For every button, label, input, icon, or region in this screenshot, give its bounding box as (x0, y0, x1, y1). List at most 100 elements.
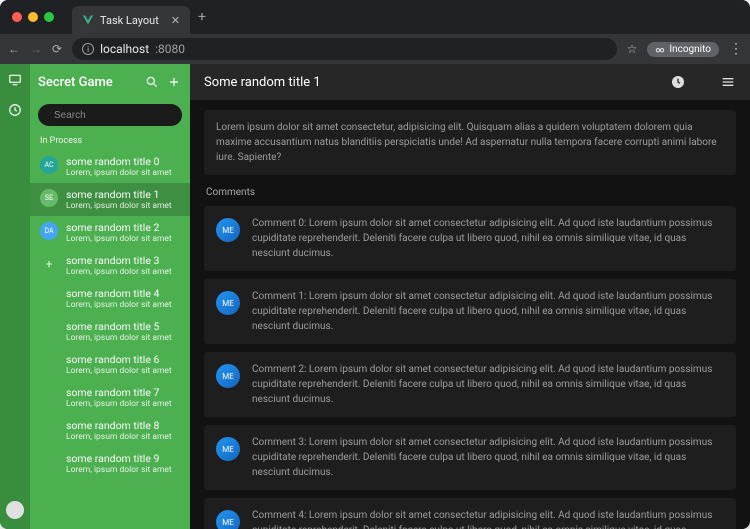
comment-text: Comment 3: Lorem ipsum dolor sit amet co… (252, 435, 724, 480)
task-list-item[interactable]: AC some random title 0Lorem, ipsum dolor … (30, 150, 190, 183)
task-list-item[interactable]: + some random title 3Lorem, ipsum dolor s… (30, 249, 190, 282)
sidebar-search-button[interactable] (144, 74, 160, 90)
task-title: some random title 7 (66, 386, 172, 399)
clock-icon (8, 103, 22, 117)
task-subtitle: Lorem, ipsum dolor sit amet (66, 432, 172, 442)
minimize-window-button[interactable] (28, 12, 38, 22)
browser-window: Task Layout ✕ + ← → ⟳ i localhost:8080 ☆… (0, 0, 750, 529)
task-title: some random title 2 (66, 221, 172, 234)
comments-list: ME Comment 0: Lorem ipsum dolor sit amet … (204, 206, 736, 529)
task-subtitle: Lorem, ipsum dolor sit amet (66, 399, 172, 409)
task-list[interactable]: ACsome random title 0Lorem, ipsum dolor … (30, 150, 190, 529)
close-window-button[interactable] (12, 12, 22, 22)
sidebar: Secret Game In Process AC some random tit… (30, 64, 190, 529)
avatar-placeholder (40, 321, 58, 339)
browser-menu-button[interactable]: ⋮ (729, 41, 742, 57)
task-subtitle: Lorem, ipsum dolor sit amet (66, 366, 172, 376)
header-clock-button[interactable] (670, 74, 686, 90)
user-avatar: AC (40, 156, 58, 174)
avatar-placeholder (40, 354, 58, 372)
task-subtitle: Lorem, ipsum dolor sit amet (66, 333, 172, 343)
page-title: Some random title 1 (204, 75, 660, 90)
task-title: some random title 0 (66, 155, 172, 168)
user-avatar: DA (40, 222, 58, 240)
main-body[interactable]: Lorem ipsum dolor sit amet consectetur, … (190, 100, 750, 529)
monitor-icon (8, 73, 22, 87)
site-info-icon[interactable]: i (82, 43, 94, 55)
section-label: In Process (30, 132, 190, 150)
task-list-item[interactable]: some random title 6Lorem, ipsum dolor si… (30, 348, 190, 381)
url-field[interactable]: i localhost:8080 (72, 38, 617, 60)
task-title: some random title 5 (66, 320, 172, 333)
comment-text: Comment 1: Lorem ipsum dolor sit amet co… (252, 289, 724, 334)
close-tab-icon[interactable]: ✕ (171, 14, 180, 27)
comments-label: Comments (206, 187, 734, 198)
task-subtitle: Lorem, ipsum dolor sit amet (66, 300, 172, 310)
task-subtitle: Lorem, ipsum dolor sit amet (66, 234, 172, 244)
sidebar-add-button[interactable] (166, 74, 182, 90)
comment-avatar: ME (216, 291, 240, 315)
reload-button[interactable]: ⟳ (52, 42, 62, 56)
address-bar: ← → ⟳ i localhost:8080 ☆ Incognito ⋮ (0, 34, 750, 64)
comment-text: Comment 2: Lorem ipsum dolor sit amet co… (252, 362, 724, 407)
task-list-item[interactable]: some random title 7Lorem, ipsum dolor si… (30, 381, 190, 414)
task-subtitle: Lorem, ipsum dolor sit amet (66, 201, 172, 211)
task-list-item[interactable]: DA some random title 2Lorem, ipsum dolor … (30, 216, 190, 249)
browser-tab[interactable]: Task Layout ✕ (72, 6, 190, 34)
forward-button[interactable]: → (30, 42, 42, 56)
app-title: Secret Game (38, 75, 138, 90)
maximize-window-button[interactable] (44, 12, 54, 22)
header-menu-button[interactable] (720, 74, 736, 90)
new-tab-button[interactable]: + (198, 9, 206, 25)
task-subtitle: Lorem, ipsum dolor sit amet (66, 267, 172, 277)
bookmark-icon[interactable]: ☆ (627, 42, 638, 56)
nav-rail (0, 64, 30, 529)
url-port: :8080 (155, 42, 185, 56)
task-title: some random title 9 (66, 452, 172, 465)
task-description: Lorem ipsum dolor sit amet consectetur, … (204, 110, 736, 175)
comment-text: Comment 0: Lorem ipsum dolor sit amet co… (252, 216, 724, 261)
comment-avatar: ME (216, 364, 240, 388)
avatar-placeholder (40, 420, 58, 438)
clock-icon (670, 74, 686, 90)
comment-item: MEComment 4: Lorem ipsum dolor sit amet … (204, 498, 736, 529)
task-title: some random title 6 (66, 353, 172, 366)
tab-title: Task Layout (100, 14, 159, 27)
search-icon (145, 75, 159, 89)
search-input[interactable] (54, 110, 186, 121)
incognito-badge[interactable]: Incognito (647, 42, 719, 57)
main-header: Some random title 1 (190, 64, 750, 100)
window-controls (0, 12, 54, 22)
sidebar-header: Secret Game (30, 64, 190, 100)
rail-user-avatar[interactable] (6, 501, 24, 519)
avatar-placeholder (40, 288, 58, 306)
app: Secret Game In Process AC some random tit… (0, 64, 750, 529)
user-avatar: SE (40, 189, 58, 207)
add-icon: + (40, 255, 58, 273)
comment-avatar: ME (216, 510, 240, 529)
comment-item: ME Comment 0: Lorem ipsum dolor sit amet … (204, 206, 736, 271)
avatar-placeholder (40, 453, 58, 471)
task-list-item[interactable]: some random title 8Lorem, ipsum dolor si… (30, 414, 190, 447)
comment-item: ME Comment 2: Lorem ipsum dolor sit amet … (204, 352, 736, 417)
plus-icon (167, 75, 181, 89)
task-list-item[interactable]: some random title 9Lorem, ipsum dolor si… (30, 447, 190, 480)
task-list-item[interactable]: SEsome random title 1Lorem, ipsum dolor … (30, 183, 190, 216)
task-title: some random title 8 (66, 419, 172, 432)
rail-item-history[interactable] (7, 102, 23, 118)
task-title: some random title 3 (66, 254, 172, 267)
search-field[interactable] (38, 104, 182, 126)
rail-item-dashboard[interactable] (7, 72, 23, 88)
task-subtitle: Lorem, ipsum dolor sit amet (66, 465, 172, 475)
comment-item: ME Comment 1: Lorem ipsum dolor sit amet … (204, 279, 736, 344)
back-button[interactable]: ← (8, 42, 20, 56)
avatar-placeholder (40, 387, 58, 405)
task-list-item[interactable]: some random title 5Lorem, ipsum dolor si… (30, 315, 190, 348)
task-list-item[interactable]: some random title 4Lorem, ipsum dolor si… (30, 282, 190, 315)
comment-avatar: ME (216, 218, 240, 242)
incognito-icon (655, 44, 665, 54)
menu-icon (720, 74, 736, 90)
titlebar: Task Layout ✕ + (0, 0, 750, 34)
comment-item: MEComment 3: Lorem ipsum dolor sit amet … (204, 425, 736, 490)
task-subtitle: Lorem, ipsum dolor sit amet (66, 168, 172, 178)
